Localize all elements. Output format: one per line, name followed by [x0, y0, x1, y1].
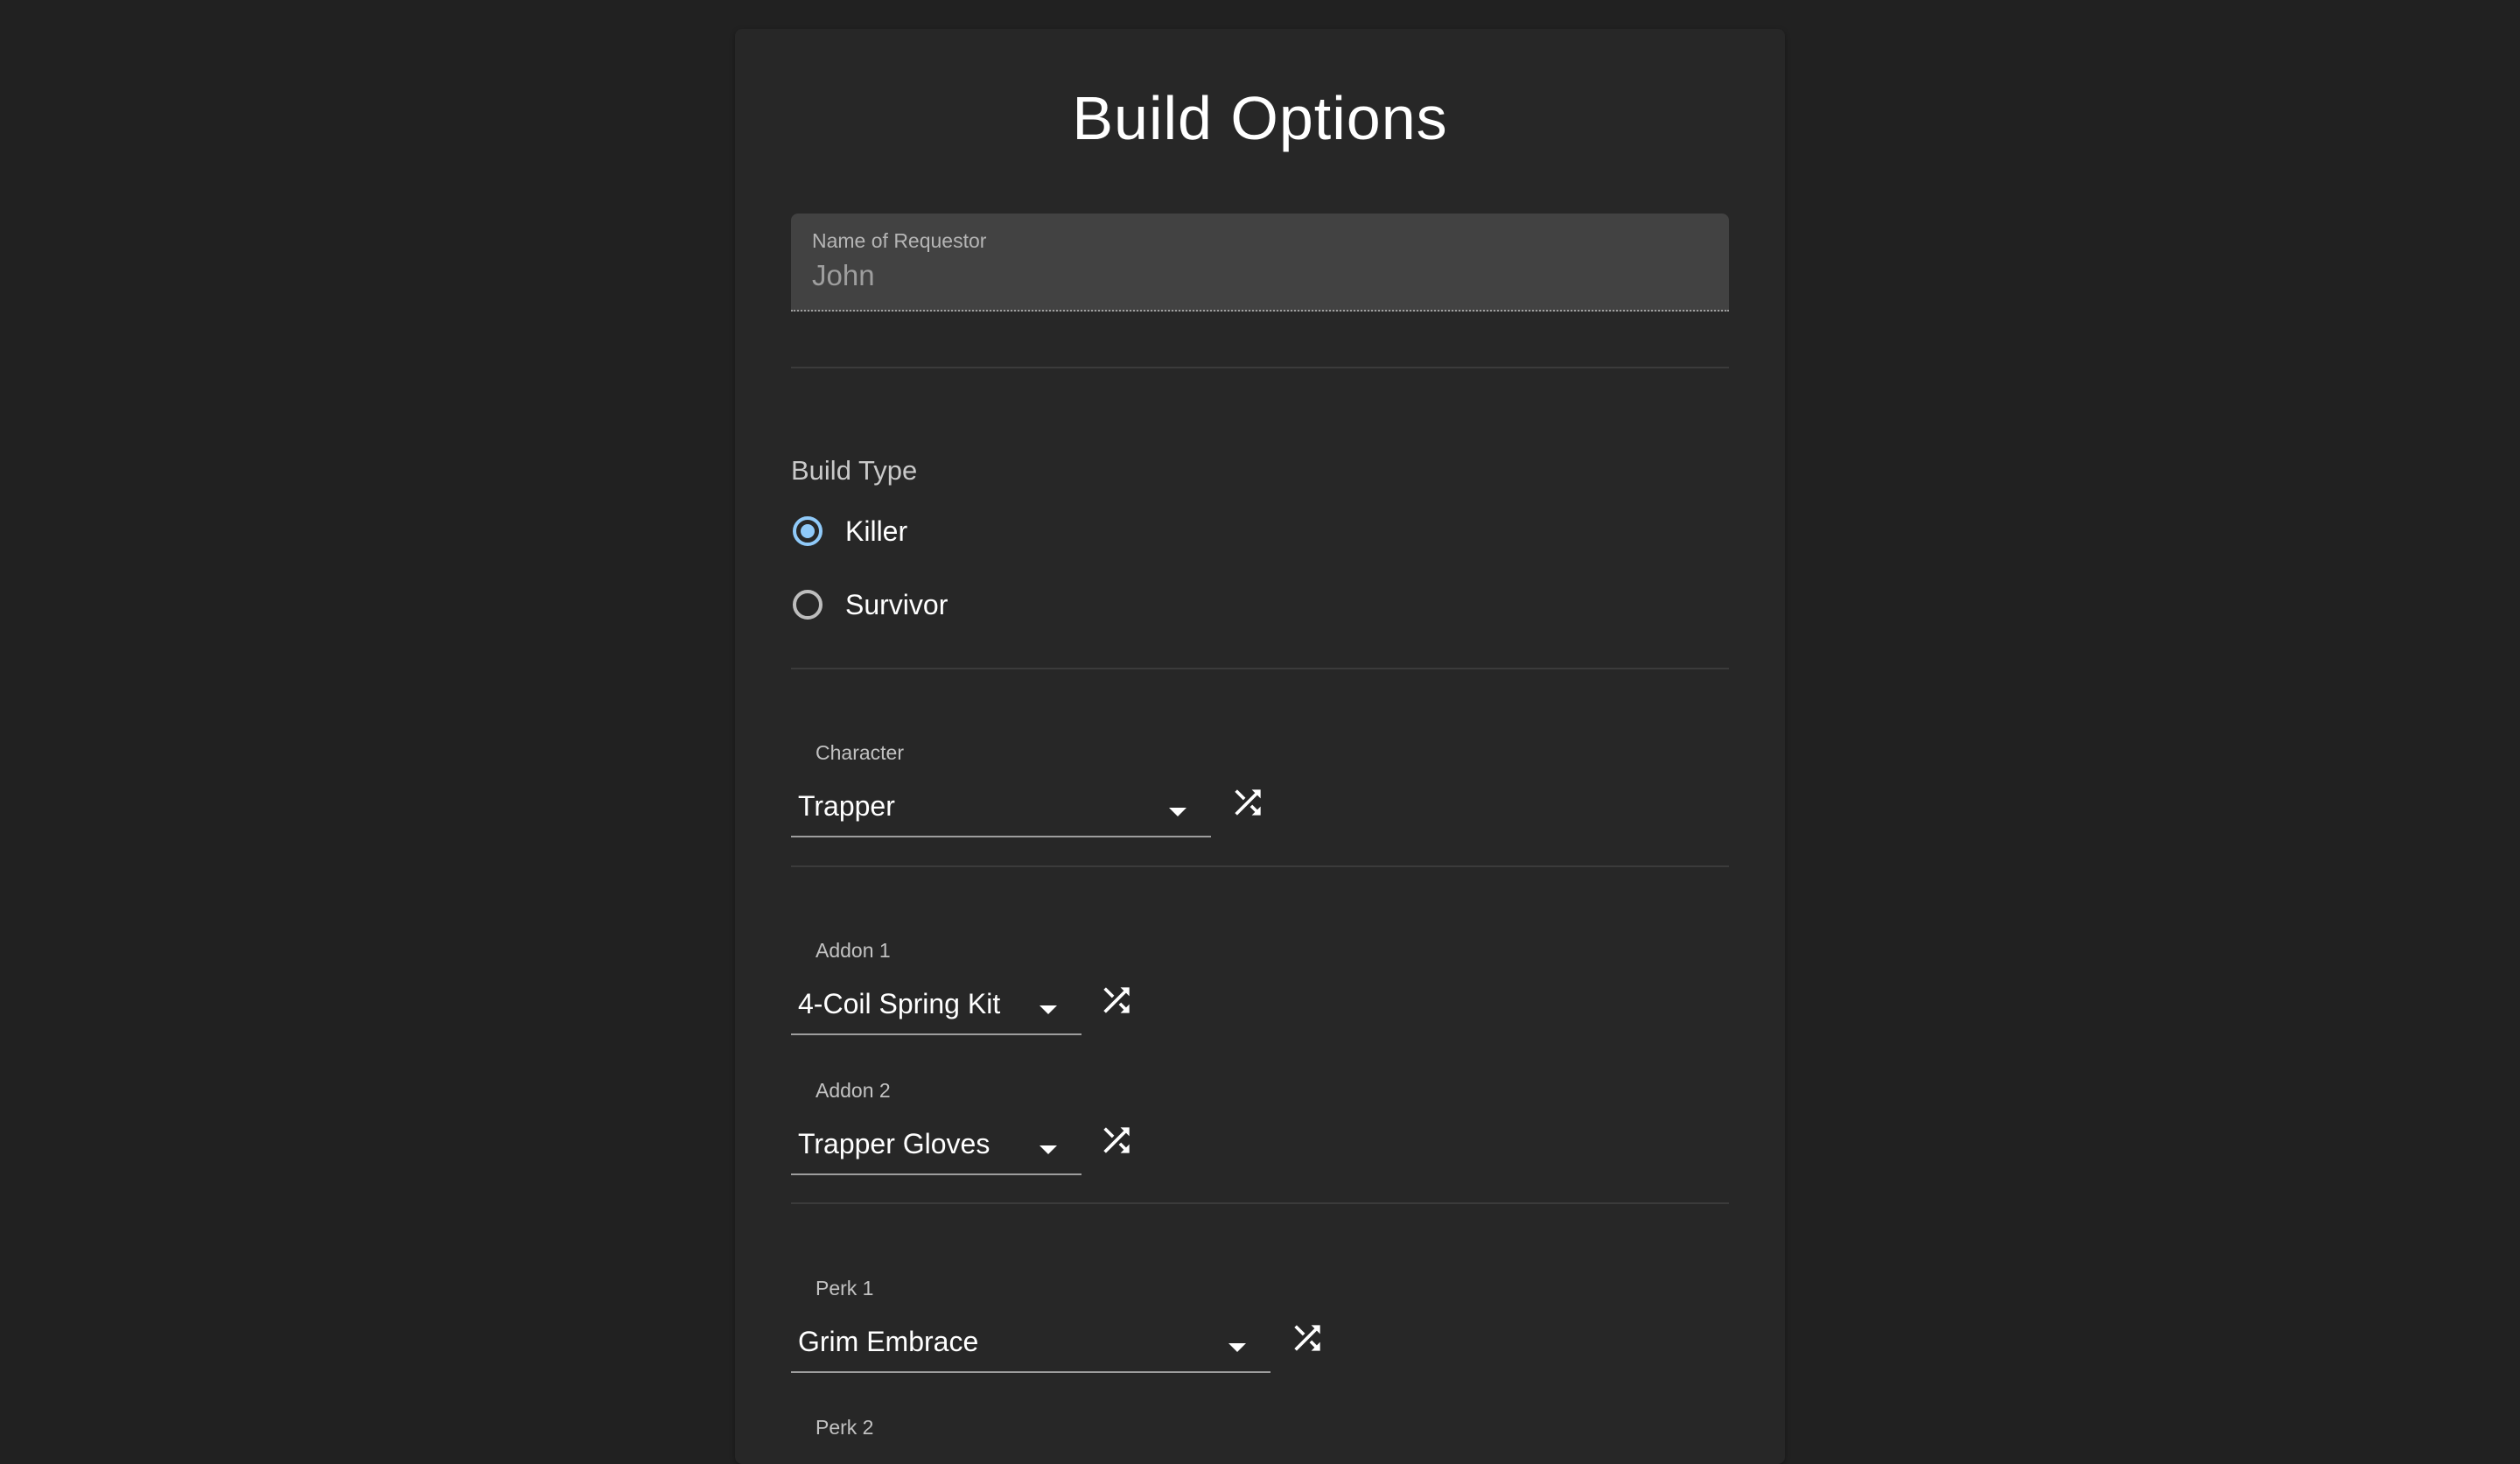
character-select[interactable]: Trapper [791, 783, 1211, 837]
requestor-name-input[interactable]: John [812, 259, 875, 292]
shuffle-icon [1103, 1127, 1130, 1153]
addon-1-value: 4-Coil Spring Kit [798, 988, 1001, 1019]
radio-label-survivor: Survivor [845, 588, 948, 620]
perk-1-label: Perk 1 [816, 1277, 874, 1299]
addon-2-shuffle-button[interactable] [1097, 1121, 1136, 1159]
radio-checked-icon[interactable] [793, 516, 822, 546]
radio-unchecked-icon[interactable] [793, 590, 822, 620]
build-type-label: Build Type [791, 455, 918, 486]
perk-1-select[interactable]: Grim Embrace [791, 1319, 1270, 1373]
shuffle-icon [1103, 987, 1130, 1013]
shuffle-icon [1294, 1325, 1320, 1351]
build-options-card: Build Options Name of Requestor John Bui… [735, 29, 1785, 1464]
addon-1-select[interactable]: 4-Coil Spring Kit [791, 981, 1082, 1035]
divider [791, 668, 1729, 669]
arrow-drop-down-icon [1040, 1005, 1057, 1014]
requestor-name-field[interactable]: Name of Requestor John [791, 214, 1729, 312]
addon-2-select[interactable]: Trapper Gloves [791, 1121, 1082, 1175]
perk-1-shuffle-button[interactable] [1288, 1319, 1326, 1357]
build-type-killer-option[interactable]: Killer [791, 512, 907, 550]
character-shuffle-button[interactable] [1228, 783, 1267, 822]
build-type-survivor-option[interactable]: Survivor [791, 585, 948, 624]
addon-1-shuffle-button[interactable] [1097, 981, 1136, 1019]
arrow-drop-down-icon [1228, 1343, 1246, 1352]
addon-2-label: Addon 2 [816, 1079, 891, 1102]
radio-label-killer: Killer [845, 515, 908, 547]
character-value: Trapper [798, 790, 895, 822]
divider [791, 367, 1729, 368]
arrow-drop-down-icon [1040, 1145, 1057, 1154]
addon-2-value: Trapper Gloves [798, 1128, 990, 1159]
divider [791, 1202, 1729, 1204]
perk-1-value: Grim Embrace [798, 1326, 979, 1357]
perk-2-label: Perk 2 [816, 1416, 874, 1439]
requestor-name-label: Name of Requestor [812, 229, 987, 252]
page-title: Build Options [1072, 84, 1448, 152]
shuffle-icon [1235, 789, 1261, 816]
divider [791, 865, 1729, 867]
addon-1-label: Addon 1 [816, 939, 891, 962]
arrow-drop-down-icon [1169, 808, 1186, 816]
character-label: Character [816, 741, 904, 764]
